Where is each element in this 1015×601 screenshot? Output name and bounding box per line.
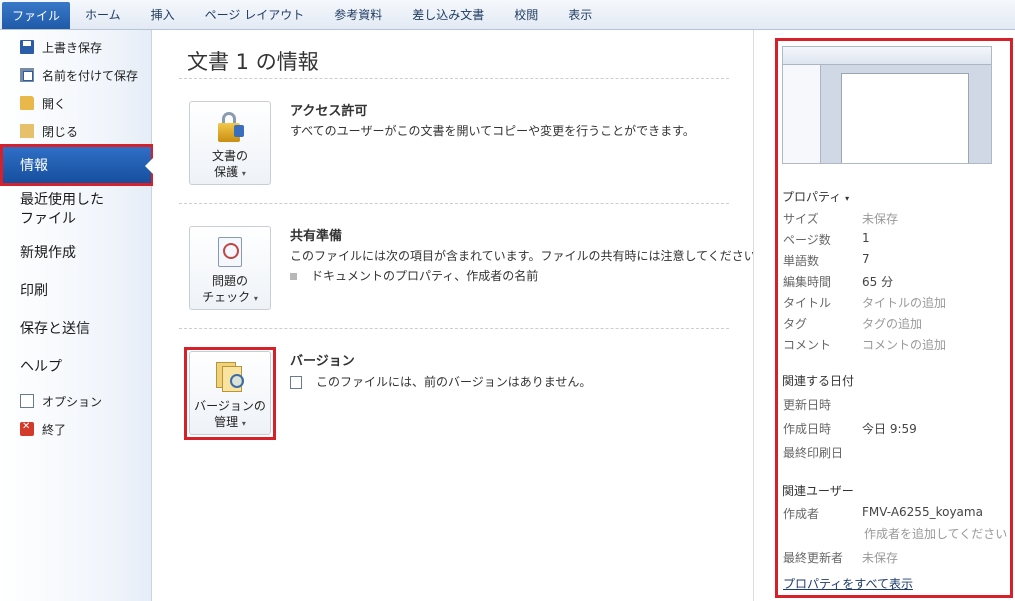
- prop-key: ページ数: [783, 233, 831, 247]
- date-value: 今日 9:59: [862, 422, 917, 436]
- tab-view[interactable]: 表示: [553, 0, 607, 29]
- exit-icon: [20, 421, 34, 436]
- check-button-label-line1: 問題の: [211, 274, 248, 288]
- divider: [179, 78, 729, 79]
- nav-options-label: オプション: [42, 394, 103, 409]
- tab-references[interactable]: 参考資料: [319, 0, 397, 29]
- tab-page-layout[interactable]: ページ レイアウト: [190, 0, 320, 29]
- date-key: 最終印刷日: [783, 446, 844, 460]
- nav-recent[interactable]: 最近使用した ファイル: [20, 191, 104, 229]
- nav-options[interactable]: オプション: [20, 391, 102, 411]
- save-as-icon: [20, 68, 34, 82]
- dropdown-caret-icon: ▾: [253, 294, 258, 303]
- manage-versions-button[interactable]: バージョンの 管理 ▾: [189, 351, 271, 435]
- nav-save-as-label: 名前を付けて保存: [42, 68, 139, 83]
- nav-info[interactable]: 情報: [0, 144, 154, 186]
- nav-recent-label-line1: 最近使用した: [20, 192, 104, 208]
- prop-key: 編集時間: [783, 275, 832, 289]
- last-modified-key: 最終更新者: [783, 551, 844, 565]
- nav-save-as[interactable]: 名前を付けて保存: [20, 65, 138, 85]
- close-folder-icon: [20, 124, 34, 138]
- prop-key: タグ: [783, 317, 808, 331]
- nav-save[interactable]: 上書き保存: [20, 37, 102, 57]
- protect-button-label-line2: 保護: [214, 165, 239, 179]
- author-value[interactable]: FMV-A6255_koyama: [862, 505, 983, 519]
- prop-key: 単語数: [783, 254, 820, 268]
- bullet-icon: [290, 273, 297, 280]
- manage-versions-icon: [212, 360, 248, 394]
- prop-key: サイズ: [783, 212, 819, 226]
- nav-save-label: 上書き保存: [42, 40, 103, 55]
- nav-open[interactable]: 開く: [20, 93, 66, 113]
- author-key: 作成者: [783, 507, 820, 521]
- date-key: 作成日時: [783, 422, 832, 436]
- prop-value: 7: [862, 252, 870, 266]
- info-main: 文書 1 の情報 文書の 保護 ▾ アクセス許可 すべてのユーザーがこの文書を開…: [153, 30, 768, 601]
- prop-value: 1: [862, 231, 870, 245]
- comments-field[interactable]: コメントの追加: [862, 336, 946, 353]
- versions-button-label-line2: 管理: [214, 415, 239, 429]
- nav-save-send[interactable]: 保存と送信: [20, 320, 90, 339]
- dropdown-caret-icon: ▾: [241, 169, 246, 178]
- protect-document-button[interactable]: 文書の 保護 ▾: [189, 101, 271, 185]
- permissions-heading: アクセス許可: [290, 104, 368, 119]
- prepare-sharing-bullet: ドキュメントのプロパティ、作成者の名前: [290, 267, 538, 284]
- bullet-text: ドキュメントのプロパティ、作成者の名前: [311, 269, 539, 283]
- show-all-properties-link[interactable]: プロパティをすべて表示: [783, 575, 913, 592]
- add-author-field[interactable]: 作成者を追加してください: [864, 525, 1007, 542]
- versions-heading: バージョン: [290, 354, 355, 369]
- nav-print[interactable]: 印刷: [20, 282, 48, 301]
- properties-panel: プロパティ ▾ サイズ 未保存 ページ数 1 単語数 7 編集時間 65 分 タ…: [753, 30, 1015, 601]
- last-modified-value: 未保存: [862, 551, 899, 565]
- tab-review[interactable]: 校閲: [499, 0, 553, 29]
- nav-exit[interactable]: 終了: [20, 419, 66, 439]
- options-icon: [20, 394, 34, 408]
- page-title: 文書 1 の情報: [187, 50, 319, 74]
- nav-recent-label-line2: ファイル: [20, 211, 76, 227]
- permissions-desc: すべてのユーザーがこの文書を開いてコピーや変更を行うことができます。: [290, 124, 695, 138]
- nav-new[interactable]: 新規作成: [20, 244, 76, 263]
- tab-insert[interactable]: 挿入: [136, 0, 190, 29]
- document-version-icon: [290, 376, 302, 389]
- tab-home[interactable]: ホーム: [70, 0, 136, 29]
- title-field[interactable]: タイトルの追加: [862, 294, 946, 311]
- protect-button-label-line1: 文書の: [211, 149, 248, 163]
- date-key: 更新日時: [783, 398, 832, 412]
- inspect-document-icon: [212, 235, 248, 269]
- document-preview-thumbnail[interactable]: [782, 46, 992, 164]
- tab-mailings[interactable]: 差し込み文書: [397, 0, 499, 29]
- prepare-sharing-desc: このファイルには次の項目が含まれています。ファイルの共有時には注意してください。: [290, 249, 768, 263]
- properties-header: プロパティ: [782, 190, 842, 204]
- backstage-nav: 上書き保存 名前を付けて保存 開く 閉じる 情報 最近使用した ファイル 新規作…: [0, 30, 154, 601]
- dropdown-caret-icon: ▾: [241, 419, 246, 428]
- nav-info-label: 情報: [20, 158, 48, 174]
- ribbon-tab-bar: ファイル ホーム 挿入 ページ レイアウト 参考資料 差し込み文書 校閲 表示: [0, 0, 1015, 30]
- tags-field[interactable]: タグの追加: [862, 315, 922, 332]
- versions-desc-row: このファイルには、前のバージョンはありません。: [290, 373, 591, 390]
- nav-exit-label: 終了: [42, 422, 67, 437]
- related-dates-header: 関連する日付: [782, 374, 855, 388]
- prop-key: タイトル: [783, 296, 832, 310]
- prop-value: 65 分: [862, 275, 894, 289]
- dropdown-caret-icon: ▾: [845, 194, 850, 203]
- open-folder-icon: [20, 96, 34, 110]
- lock-icon: [212, 110, 248, 144]
- tab-file[interactable]: ファイル: [2, 2, 71, 29]
- check-button-label-line2: チェック: [202, 290, 251, 304]
- related-people-header: 関連ユーザー: [782, 484, 854, 498]
- versions-desc: このファイルには、前のバージョンはありません。: [316, 375, 592, 389]
- nav-help[interactable]: ヘルプ: [20, 358, 62, 377]
- divider: [179, 203, 729, 204]
- nav-close-label: 閉じる: [42, 124, 79, 139]
- prop-key: コメント: [783, 338, 832, 352]
- versions-button-label-line1: バージョンの: [194, 399, 266, 413]
- properties-dropdown[interactable]: プロパティ ▾: [782, 188, 849, 205]
- nav-open-label: 開く: [42, 96, 67, 111]
- nav-close[interactable]: 閉じる: [20, 121, 78, 141]
- prepare-sharing-heading: 共有準備: [290, 229, 343, 244]
- divider: [179, 328, 729, 329]
- check-issues-button[interactable]: 問題の チェック ▾: [189, 226, 271, 310]
- prop-value: 未保存: [862, 212, 899, 226]
- save-icon: [20, 40, 34, 54]
